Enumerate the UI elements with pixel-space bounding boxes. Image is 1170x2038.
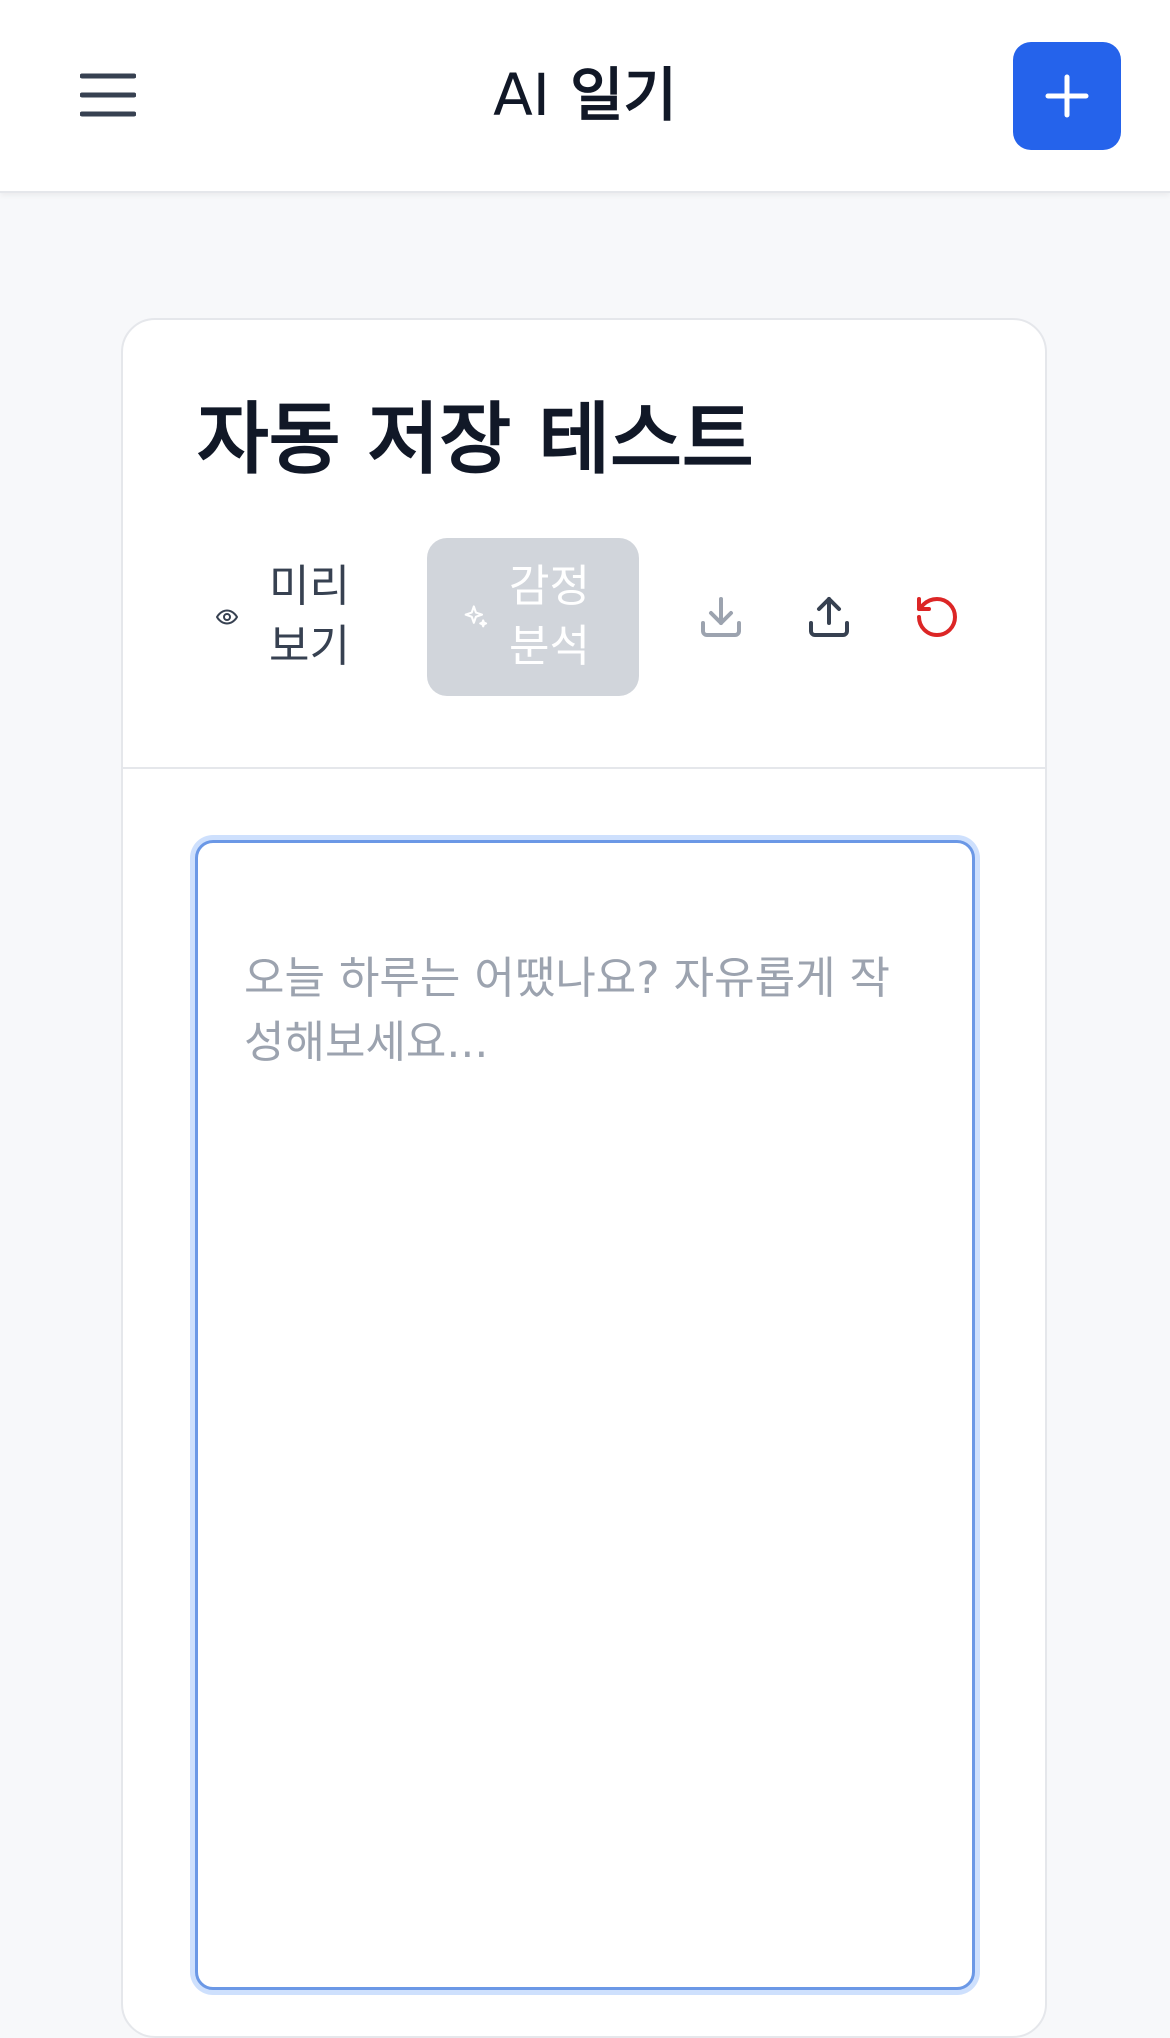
download-button[interactable] bbox=[687, 583, 755, 651]
diary-entry-card: 자동 저장 테스트 미리보기 감정분석 bbox=[121, 318, 1047, 2038]
upload-button[interactable] bbox=[795, 583, 863, 651]
emotion-analysis-label: 감정분석 bbox=[509, 561, 590, 672]
menu-button[interactable] bbox=[66, 56, 150, 134]
rotate-ccw-icon bbox=[917, 597, 957, 637]
sparkle-icon bbox=[464, 605, 488, 628]
app-header: AI 일기 bbox=[0, 0, 1170, 193]
app-title-prefix: AI bbox=[493, 61, 550, 129]
entry-toolbar: 미리보기 감정분석 bbox=[123, 538, 1049, 696]
app-title-main: 일기 bbox=[570, 61, 677, 129]
download-icon bbox=[701, 597, 741, 637]
entry-title: 자동 저장 테스트 bbox=[197, 395, 754, 485]
new-entry-button[interactable] bbox=[1013, 42, 1121, 150]
preview-label: 미리보기 bbox=[269, 561, 350, 672]
plus-icon bbox=[1045, 74, 1089, 118]
menu-icon bbox=[80, 73, 136, 117]
emotion-analysis-button[interactable]: 감정분석 bbox=[427, 538, 639, 696]
eye-icon bbox=[216, 609, 238, 625]
app-title: AI 일기 bbox=[0, 56, 1170, 134]
diary-content-textarea[interactable] bbox=[195, 840, 975, 1990]
upload-icon bbox=[809, 597, 849, 637]
preview-button[interactable]: 미리보기 bbox=[215, 538, 355, 696]
toolbar-divider bbox=[123, 767, 1045, 769]
reset-button[interactable] bbox=[903, 583, 971, 651]
